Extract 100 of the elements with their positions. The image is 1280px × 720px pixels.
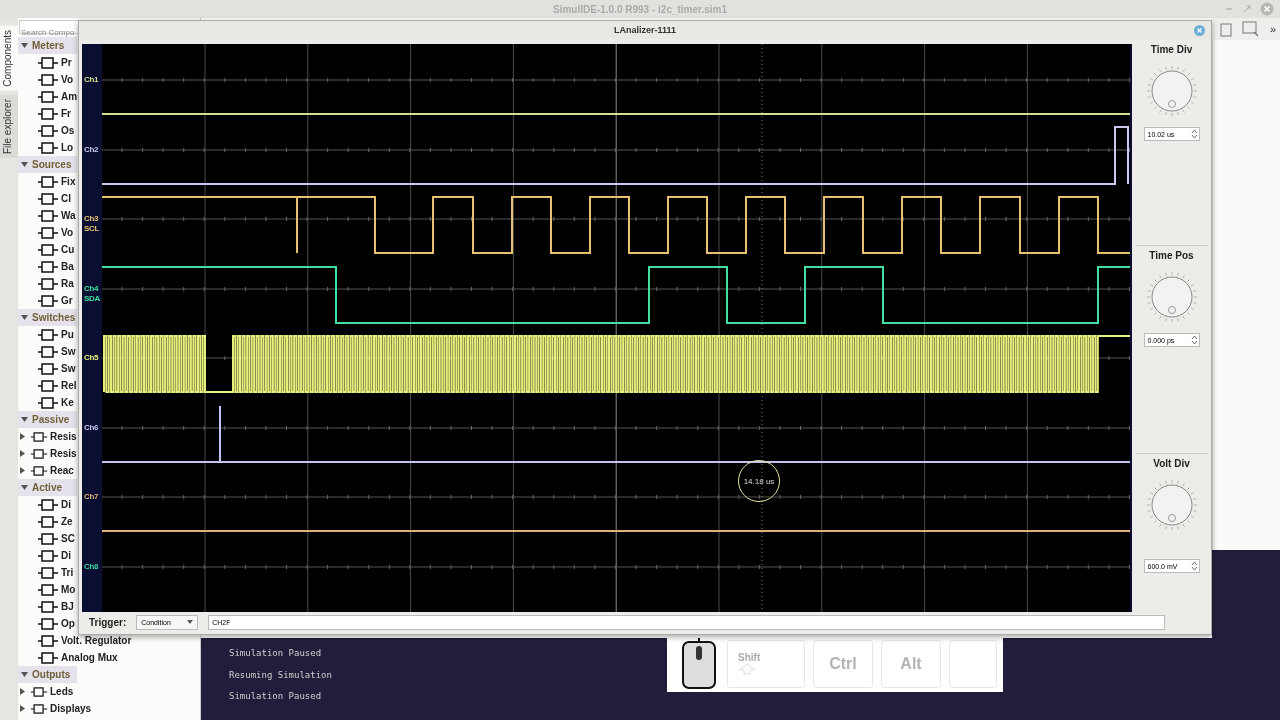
component-symbol-icon: [37, 123, 59, 138]
component-item[interactable]: Fix: [61, 176, 76, 187]
component-item[interactable]: Resis: [50, 431, 77, 442]
caret-icon[interactable]: [20, 688, 26, 695]
caret-icon[interactable]: [21, 484, 28, 491]
category-header[interactable]: Active: [18, 479, 77, 496]
component-symbol-icon: [30, 463, 48, 478]
knob-title: Time Pos: [1149, 250, 1194, 261]
channel-label: Ch3: [84, 214, 100, 224]
knob-title: Volt Div: [1153, 458, 1190, 469]
component-item[interactable]: Ke: [61, 397, 74, 408]
component-symbol-icon: [37, 616, 59, 631]
component-symbol-icon: [37, 565, 59, 580]
component-item[interactable]: Tri: [61, 567, 74, 578]
component-item[interactable]: Leds: [50, 686, 74, 697]
component-symbol-icon: [37, 225, 59, 240]
category-header[interactable]: Sources: [18, 156, 77, 173]
component-symbol-icon: [37, 378, 59, 393]
component-item[interactable]: Ba: [61, 261, 74, 272]
component-item[interactable]: Op: [61, 618, 75, 629]
component-symbol-icon: [37, 208, 59, 223]
caret-icon: [187, 620, 194, 624]
category-header[interactable]: Switches: [18, 309, 77, 326]
category-header[interactable]: Meters: [18, 37, 77, 54]
channel-label: Ch7: [84, 492, 99, 502]
close-icon[interactable]: [1194, 25, 1205, 36]
component-symbol-icon: [37, 191, 59, 206]
spin-arrows-icon[interactable]: [1190, 334, 1198, 346]
component-item[interactable]: Cl: [61, 193, 71, 204]
category-header[interactable]: Passive: [18, 411, 77, 428]
component-symbol-icon: [37, 633, 59, 648]
component-item[interactable]: Sw: [61, 346, 76, 357]
component-symbol-icon: [37, 55, 59, 70]
component-item[interactable]: Reac: [50, 465, 74, 476]
mouse-icon: [679, 637, 719, 690]
component-item[interactable]: Mo: [61, 584, 76, 595]
window-title: SimulIDE-1.0.0 R993 - i2c_timer.sim1: [553, 3, 727, 15]
component-item[interactable]: Volt. Regulator: [61, 635, 132, 646]
caret-icon[interactable]: [20, 450, 26, 457]
console-line: Simulation Paused: [229, 648, 322, 660]
component-symbol-icon: [37, 497, 59, 512]
caret-icon[interactable]: [20, 467, 26, 474]
spin-arrows-icon[interactable]: [1190, 128, 1198, 140]
component-symbol-icon: [37, 327, 59, 342]
spin-arrows-icon[interactable]: [1190, 560, 1198, 572]
component-item[interactable]: Ra: [61, 278, 74, 289]
component-item[interactable]: Pu: [61, 329, 74, 340]
component-item[interactable]: Fr: [61, 108, 71, 119]
component-symbol-icon: [37, 514, 59, 529]
component-item[interactable]: Wa: [61, 210, 76, 221]
component-symbol-icon: [37, 361, 59, 376]
knob-title: Time Div: [1150, 44, 1193, 55]
component-item[interactable]: Am: [61, 91, 78, 102]
toolbar-overflow[interactable]: »: [1270, 23, 1277, 35]
channel-label: Ch1: [84, 75, 99, 85]
zoom-icon[interactable]: [1242, 21, 1260, 37]
component-item[interactable]: Di: [61, 499, 71, 510]
channel-label: Ch8: [84, 562, 99, 572]
keyboard-key: Alt: [881, 639, 941, 688]
up-arrow-icon: [738, 663, 756, 675]
component-item[interactable]: Vo: [61, 227, 74, 238]
keyboard-key: [949, 639, 997, 688]
side-tab[interactable]: File explorer: [0, 94, 18, 158]
caret-icon[interactable]: [20, 433, 26, 440]
component-item[interactable]: Vo: [61, 74, 74, 85]
component-symbol-icon: [37, 72, 59, 87]
caret-icon[interactable]: [21, 161, 28, 168]
component-item[interactable]: Ze: [61, 516, 73, 527]
component-symbol-icon: [37, 395, 59, 410]
component-item[interactable]: Sw: [61, 363, 76, 374]
channel-label: Ch4: [84, 284, 100, 294]
component-symbol-icon: [37, 582, 59, 597]
component-item[interactable]: Pr: [61, 57, 72, 68]
console-line: Resuming Simulation: [229, 669, 332, 682]
category-header[interactable]: Outputs: [18, 666, 77, 683]
component-item[interactable]: Analog Mux: [61, 652, 118, 663]
component-item[interactable]: Displays: [50, 703, 92, 714]
side-tab[interactable]: Components: [0, 26, 18, 91]
component-item[interactable]: Gr: [61, 295, 73, 306]
component-item[interactable]: BJ: [61, 601, 74, 612]
component-item[interactable]: Cu: [61, 244, 75, 255]
caret-icon[interactable]: [21, 671, 28, 678]
caret-icon[interactable]: [21, 314, 28, 321]
component-symbol-icon: [30, 446, 48, 461]
component-item[interactable]: Os: [61, 125, 75, 136]
window-title: LAnalizer-1111: [613, 25, 676, 35]
signal-label: SDA: [84, 294, 100, 304]
component-item[interactable]: Lo: [61, 142, 74, 153]
component-symbol-icon: [37, 140, 59, 155]
component-symbol-icon: [37, 259, 59, 274]
component-item[interactable]: Rel: [61, 380, 77, 391]
component-item[interactable]: SC: [61, 533, 75, 544]
component-item[interactable]: Di: [61, 550, 71, 561]
component-item[interactable]: Resis: [50, 448, 77, 459]
channel-label: Ch5: [84, 353, 99, 363]
shift-key: Shift: [727, 639, 805, 688]
caret-icon[interactable]: [21, 416, 28, 423]
caret-icon[interactable]: [21, 42, 28, 49]
caret-icon[interactable]: [20, 705, 26, 712]
component-symbol-icon: [30, 684, 48, 699]
